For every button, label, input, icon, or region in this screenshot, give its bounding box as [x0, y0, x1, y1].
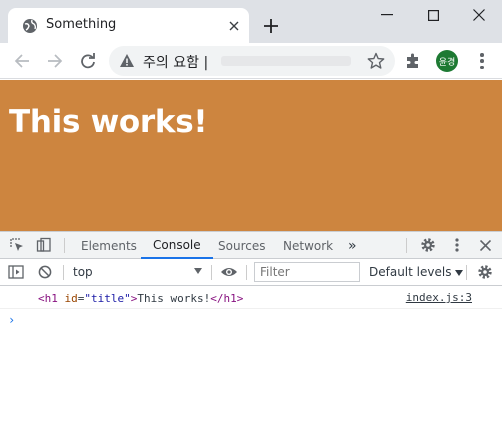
back-arrow-icon[interactable] [10, 49, 34, 73]
tab-console[interactable]: Console [141, 232, 213, 259]
clear-console-icon[interactable] [36, 263, 54, 281]
show-sidebar-icon[interactable] [7, 263, 25, 281]
plus-icon[interactable] [260, 15, 282, 37]
reload-icon[interactable] [76, 49, 100, 73]
console-prompt-icon[interactable]: › [8, 313, 15, 327]
settings-gear-icon[interactable] [419, 236, 437, 254]
tab-sources[interactable]: Sources [218, 232, 265, 259]
log-levels-dropdown[interactable]: Default levels [369, 265, 464, 279]
tab-network[interactable]: Network [283, 232, 333, 259]
maximize-icon[interactable] [410, 0, 456, 30]
globe-icon [22, 18, 38, 34]
devtools-panel: Elements Console Sources Network » top F… [0, 231, 502, 434]
warning-icon[interactable] [119, 53, 135, 69]
extensions-icon[interactable] [404, 52, 422, 70]
devtools-close-icon[interactable] [476, 236, 494, 254]
device-toolbar-icon[interactable] [35, 236, 53, 254]
filter-input[interactable] [254, 262, 360, 282]
star-icon[interactable] [367, 52, 385, 70]
page-title: This works! [9, 104, 208, 140]
console-toolbar: top Default levels [0, 259, 502, 286]
tab-close-icon[interactable] [225, 17, 243, 35]
tab-elements[interactable]: Elements [81, 232, 137, 259]
forward-arrow-icon[interactable] [43, 49, 67, 73]
browser-tab[interactable]: Something [8, 8, 249, 43]
devtools-tab-bar: Elements Console Sources Network » [0, 232, 502, 259]
console-log-entry[interactable]: <h1 id="title">This works!</h1> index.js… [0, 288, 502, 309]
tab-title: Something [46, 17, 117, 32]
log-message: <h1 id="title">This works!</h1> [38, 292, 244, 305]
chevron-down-icon [194, 268, 202, 274]
inspect-element-icon[interactable] [8, 236, 26, 254]
context-selector[interactable]: top [70, 263, 206, 282]
browser-toolbar: 주의 요함 | 윤경 [0, 43, 502, 79]
log-source-link[interactable]: index.js:3 [406, 291, 472, 304]
more-tabs-icon[interactable]: » [348, 232, 357, 259]
chevron-down-icon [455, 269, 464, 276]
security-status-label: 주의 요함 | [143, 55, 209, 71]
devtools-menu-icon[interactable] [448, 236, 466, 254]
url-text [221, 56, 351, 66]
kebab-menu-icon[interactable] [474, 51, 490, 71]
tab-strip: Something [0, 0, 502, 43]
minimize-icon[interactable] [364, 0, 410, 30]
address-bar[interactable]: 주의 요함 | [109, 46, 395, 76]
close-icon[interactable] [456, 0, 502, 30]
page-content: This works! [0, 80, 502, 231]
console-settings-gear-icon[interactable] [476, 263, 494, 281]
eye-icon[interactable] [220, 263, 238, 281]
avatar[interactable]: 윤경 [436, 50, 458, 72]
